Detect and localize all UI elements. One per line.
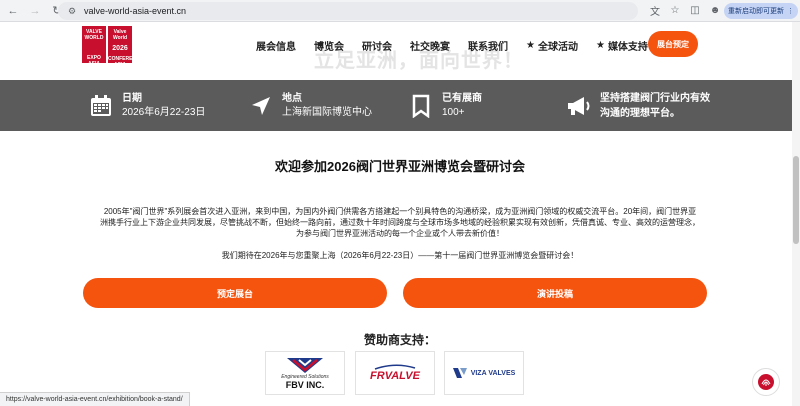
fingerprint-badge-icon[interactable] [752,368,780,396]
logo-expo: VALVE WORLD EXPO ASIA [82,26,106,67]
address-bar[interactable]: ⚙ valve-world-asia-event.cn [58,2,638,20]
update-label: 重新启动即可更新 [728,8,784,15]
logo-expo-top: VALVE WORLD [84,29,104,41]
forward-icon[interactable]: → [26,2,44,20]
event-info-bar: 日期 2026年6月22-23日 地点 上海新国际博览中心 已有展商 100+ … [0,80,800,131]
location-label: 地点 [282,92,302,104]
logo-conf-year: 2026 [112,45,128,52]
mission-line2: 沟通的理想平台。 [600,107,680,119]
location-value: 上海新国际博览中心 [282,106,372,118]
book-stand-button[interactable]: 预定展台 [83,278,387,308]
nav-social-dinner[interactable]: 社交晚宴 [410,38,450,53]
nav-media-support[interactable]: ★ 媒体支持 [596,38,648,53]
nav-label: 社交晚宴 [410,42,450,53]
date-label: 日期 [122,92,142,104]
nav-label: 媒体支持 [607,42,648,53]
nav-label: 联系我们 [468,42,508,53]
nav-exhibition-info[interactable]: 展会信息 [256,38,296,53]
date-value: 2026年6月22-23日 [122,106,206,118]
exhibitors-value: 100+ [442,106,465,118]
frvalve-name: FRVALVE [370,370,420,382]
viza-mark-icon [452,368,467,378]
fbv-name: FBV INC. [285,380,325,390]
main-nav: 展会信息 博览会 研讨会 社交晚宴 联系我们 ★ 全球活动 ★ 媒体支持 [256,38,666,53]
viza-name: VIZA VALVES [470,369,516,377]
megaphone-icon [566,93,592,119]
nav-label: 全球活动 [537,42,578,53]
logo-conf-bottom: CONFERENCE ASIA [108,56,144,68]
status-bar-url: https://valve-world-asia-event.cn/exhibi… [0,392,190,406]
sponsor-logo-viza[interactable]: VIZA VALVES [444,351,524,395]
star-icon: ★ [595,40,605,51]
logo-conf-top: Valve World [112,29,128,41]
exhibitors-label: 已有展商 [442,92,482,104]
bookmark-icon [408,93,434,119]
logo-expo-bottom: EXPO ASIA [87,55,101,67]
site-info-icon[interactable]: ⚙ [68,6,78,16]
mission-line1: 坚持搭建阀门行业内有效 [600,92,710,104]
logo-conference: Valve World 2026 CONFERENCE ASIA [108,26,143,68]
nav-conference[interactable]: 研讨会 [362,38,392,53]
bookmark-star-icon[interactable]: ☆ [668,3,682,17]
back-icon[interactable]: ← [4,2,22,20]
nav-label: 研讨会 [362,42,392,53]
update-button[interactable]: 重新启动即可更新 ⋮ [724,3,798,19]
submit-talk-button[interactable]: 演讲投稿 [403,278,707,308]
info-mission: 坚持搭建阀门行业内有效 沟通的理想平台。 [566,80,710,131]
fbv-mark-icon [287,358,323,373]
scrollbar-thumb[interactable] [793,156,799,244]
site-logo[interactable]: VALVE WORLD EXPO ASIA Valve World 2026 C… [82,26,143,68]
intro-paragraph: 2005年"阀门世界"系列展会首次进入亚洲，来到中国，为国内外阀门供需各方搭建起… [88,206,712,239]
nav-expo[interactable]: 博览会 [314,38,344,53]
intro-line: 洲携手行业上下游企业共同发展，尽管挑战不断，但始终一路向前，通过数十年时间跨度与… [100,218,700,227]
welcome-title: 欢迎参加2026阀门世界亚洲博览会暨研讨会 [275,159,525,174]
nav-global-events[interactable]: ★ 全球活动 [526,38,578,53]
site-header: 立足亚洲，面向世界！ VALVE WORLD EXPO ASIA Valve W… [0,22,800,80]
nav-label: 展会信息 [256,42,296,53]
star-icon: ★ [526,40,535,51]
sidebar-icon[interactable]: ◫ [688,3,702,17]
nav-contact[interactable]: 联系我们 [468,38,508,53]
nav-label: 博览会 [314,42,344,53]
reunion-text: 我们期待在2026年与您重聚上海（2026年6月22-23日）——第十一届阀门世… [221,251,579,260]
more-menu-icon: ⋮ [787,8,794,15]
translate-icon[interactable]: 文 [648,3,662,18]
calendar-icon [88,93,114,119]
sponsor-logo-frvalve[interactable]: FRVALVE [355,351,435,395]
info-exhibitors: 已有展商 100+ [408,80,482,131]
browser-toolbar: ← → ↻ ⚙ valve-world-asia-event.cn 文 ☆ ◫ … [0,0,800,22]
book-stand-nav-button[interactable]: 展台预定 [648,31,698,57]
info-date: 日期 2026年6月22-23日 [88,80,205,131]
profile-icon[interactable]: ☻ [708,3,722,17]
sponsor-logo-fbv[interactable]: Engineered Solutions FBV INC. [265,351,345,395]
location-arrow-icon [248,93,274,119]
intro-line: 2005年"阀门世界"系列展会首次进入亚洲，来到中国，为国内外阀门供需各方搭建起… [103,207,697,216]
info-location: 地点 上海新国际博览中心 [248,80,372,131]
intro-line: 为参与阀门世界亚洲活动的每一个企业或个人带去新价值！ [296,229,504,238]
sponsors-heading: 赞助商支持： [363,333,436,347]
address-text: valve-world-asia-event.cn [84,6,187,16]
